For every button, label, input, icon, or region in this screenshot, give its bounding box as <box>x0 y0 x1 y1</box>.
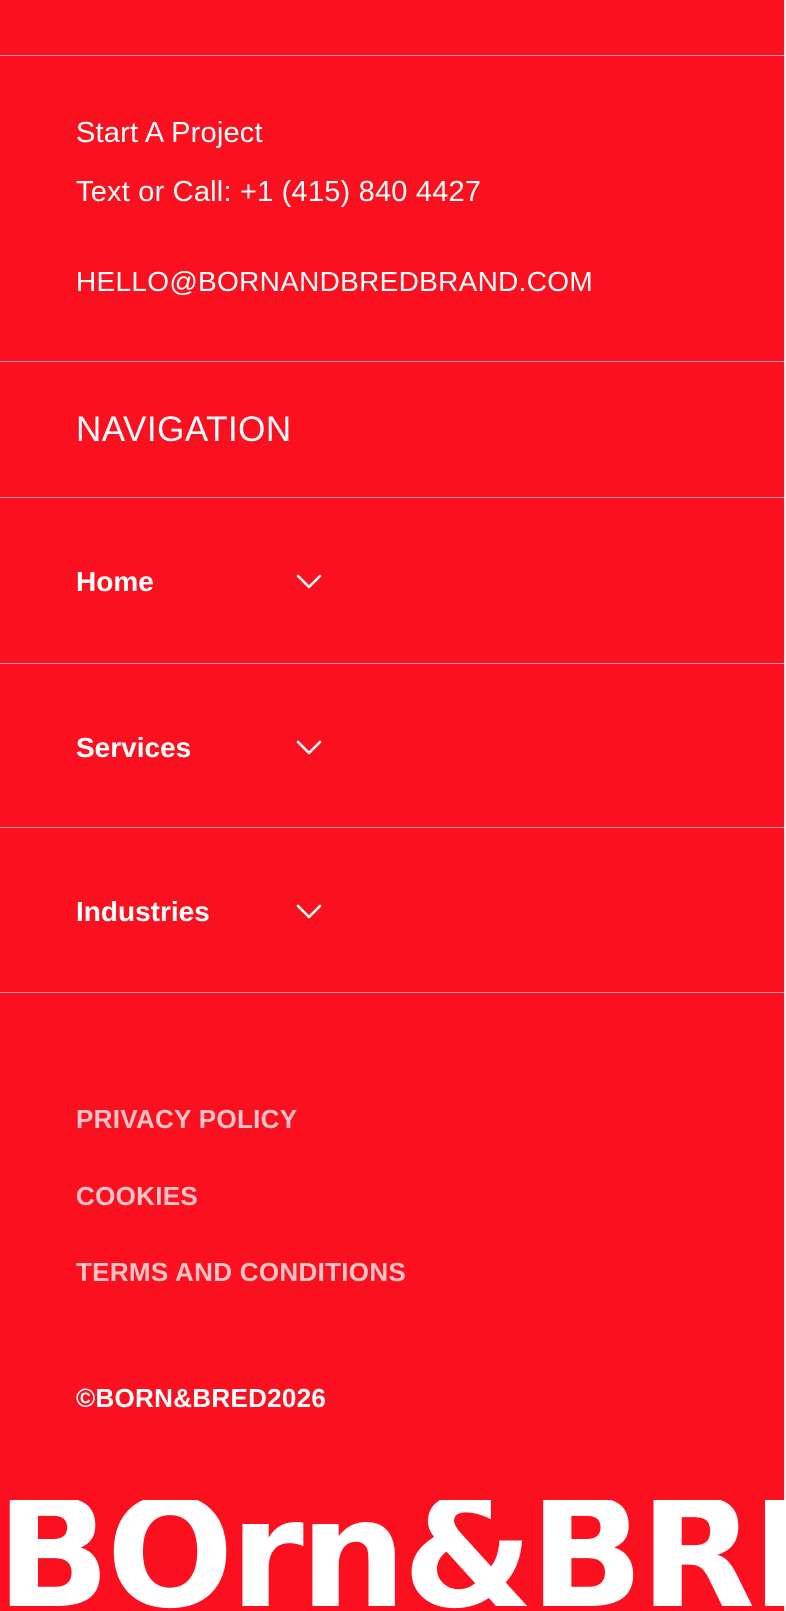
start-project-link[interactable]: Start A Project <box>76 117 263 150</box>
chevron-down-icon[interactable] <box>296 740 322 756</box>
nav-item-label: Industries <box>76 896 210 927</box>
privacy-policy-link[interactable]: PRIVACY POLICY <box>76 1104 297 1135</box>
divider <box>0 361 786 362</box>
nav-item-label: Services <box>76 732 192 763</box>
nav-item-home[interactable]: Home <box>0 498 784 666</box>
divider <box>0 992 786 993</box>
logo-wordmark: BOrn&BRED <box>0 1500 786 1611</box>
nav-item-services[interactable]: Services <box>0 664 784 832</box>
footer-menu: Start A Project Text or Call: +1 (415) 8… <box>0 0 786 1611</box>
terms-and-conditions-link[interactable]: TERMS AND CONDITIONS <box>76 1257 406 1288</box>
email-link[interactable]: HELLO@BORNANDBREDBRAND.COM <box>76 266 593 298</box>
nav-item-industries[interactable]: Industries <box>0 828 784 996</box>
copyright-text: ©BORN&BRED2026 <box>76 1383 327 1413</box>
navigation-heading: NAVIGATION <box>76 410 292 449</box>
divider <box>0 55 786 56</box>
cookies-link[interactable]: COOKIES <box>76 1181 198 1212</box>
nav-item-label: Home <box>76 566 154 597</box>
phone-link[interactable]: Text or Call: +1 (415) 840 4427 <box>76 176 481 209</box>
chevron-down-icon[interactable] <box>296 574 322 590</box>
brand-logo: BOrn&BRED <box>0 1500 786 1611</box>
chevron-down-icon[interactable] <box>296 904 322 920</box>
